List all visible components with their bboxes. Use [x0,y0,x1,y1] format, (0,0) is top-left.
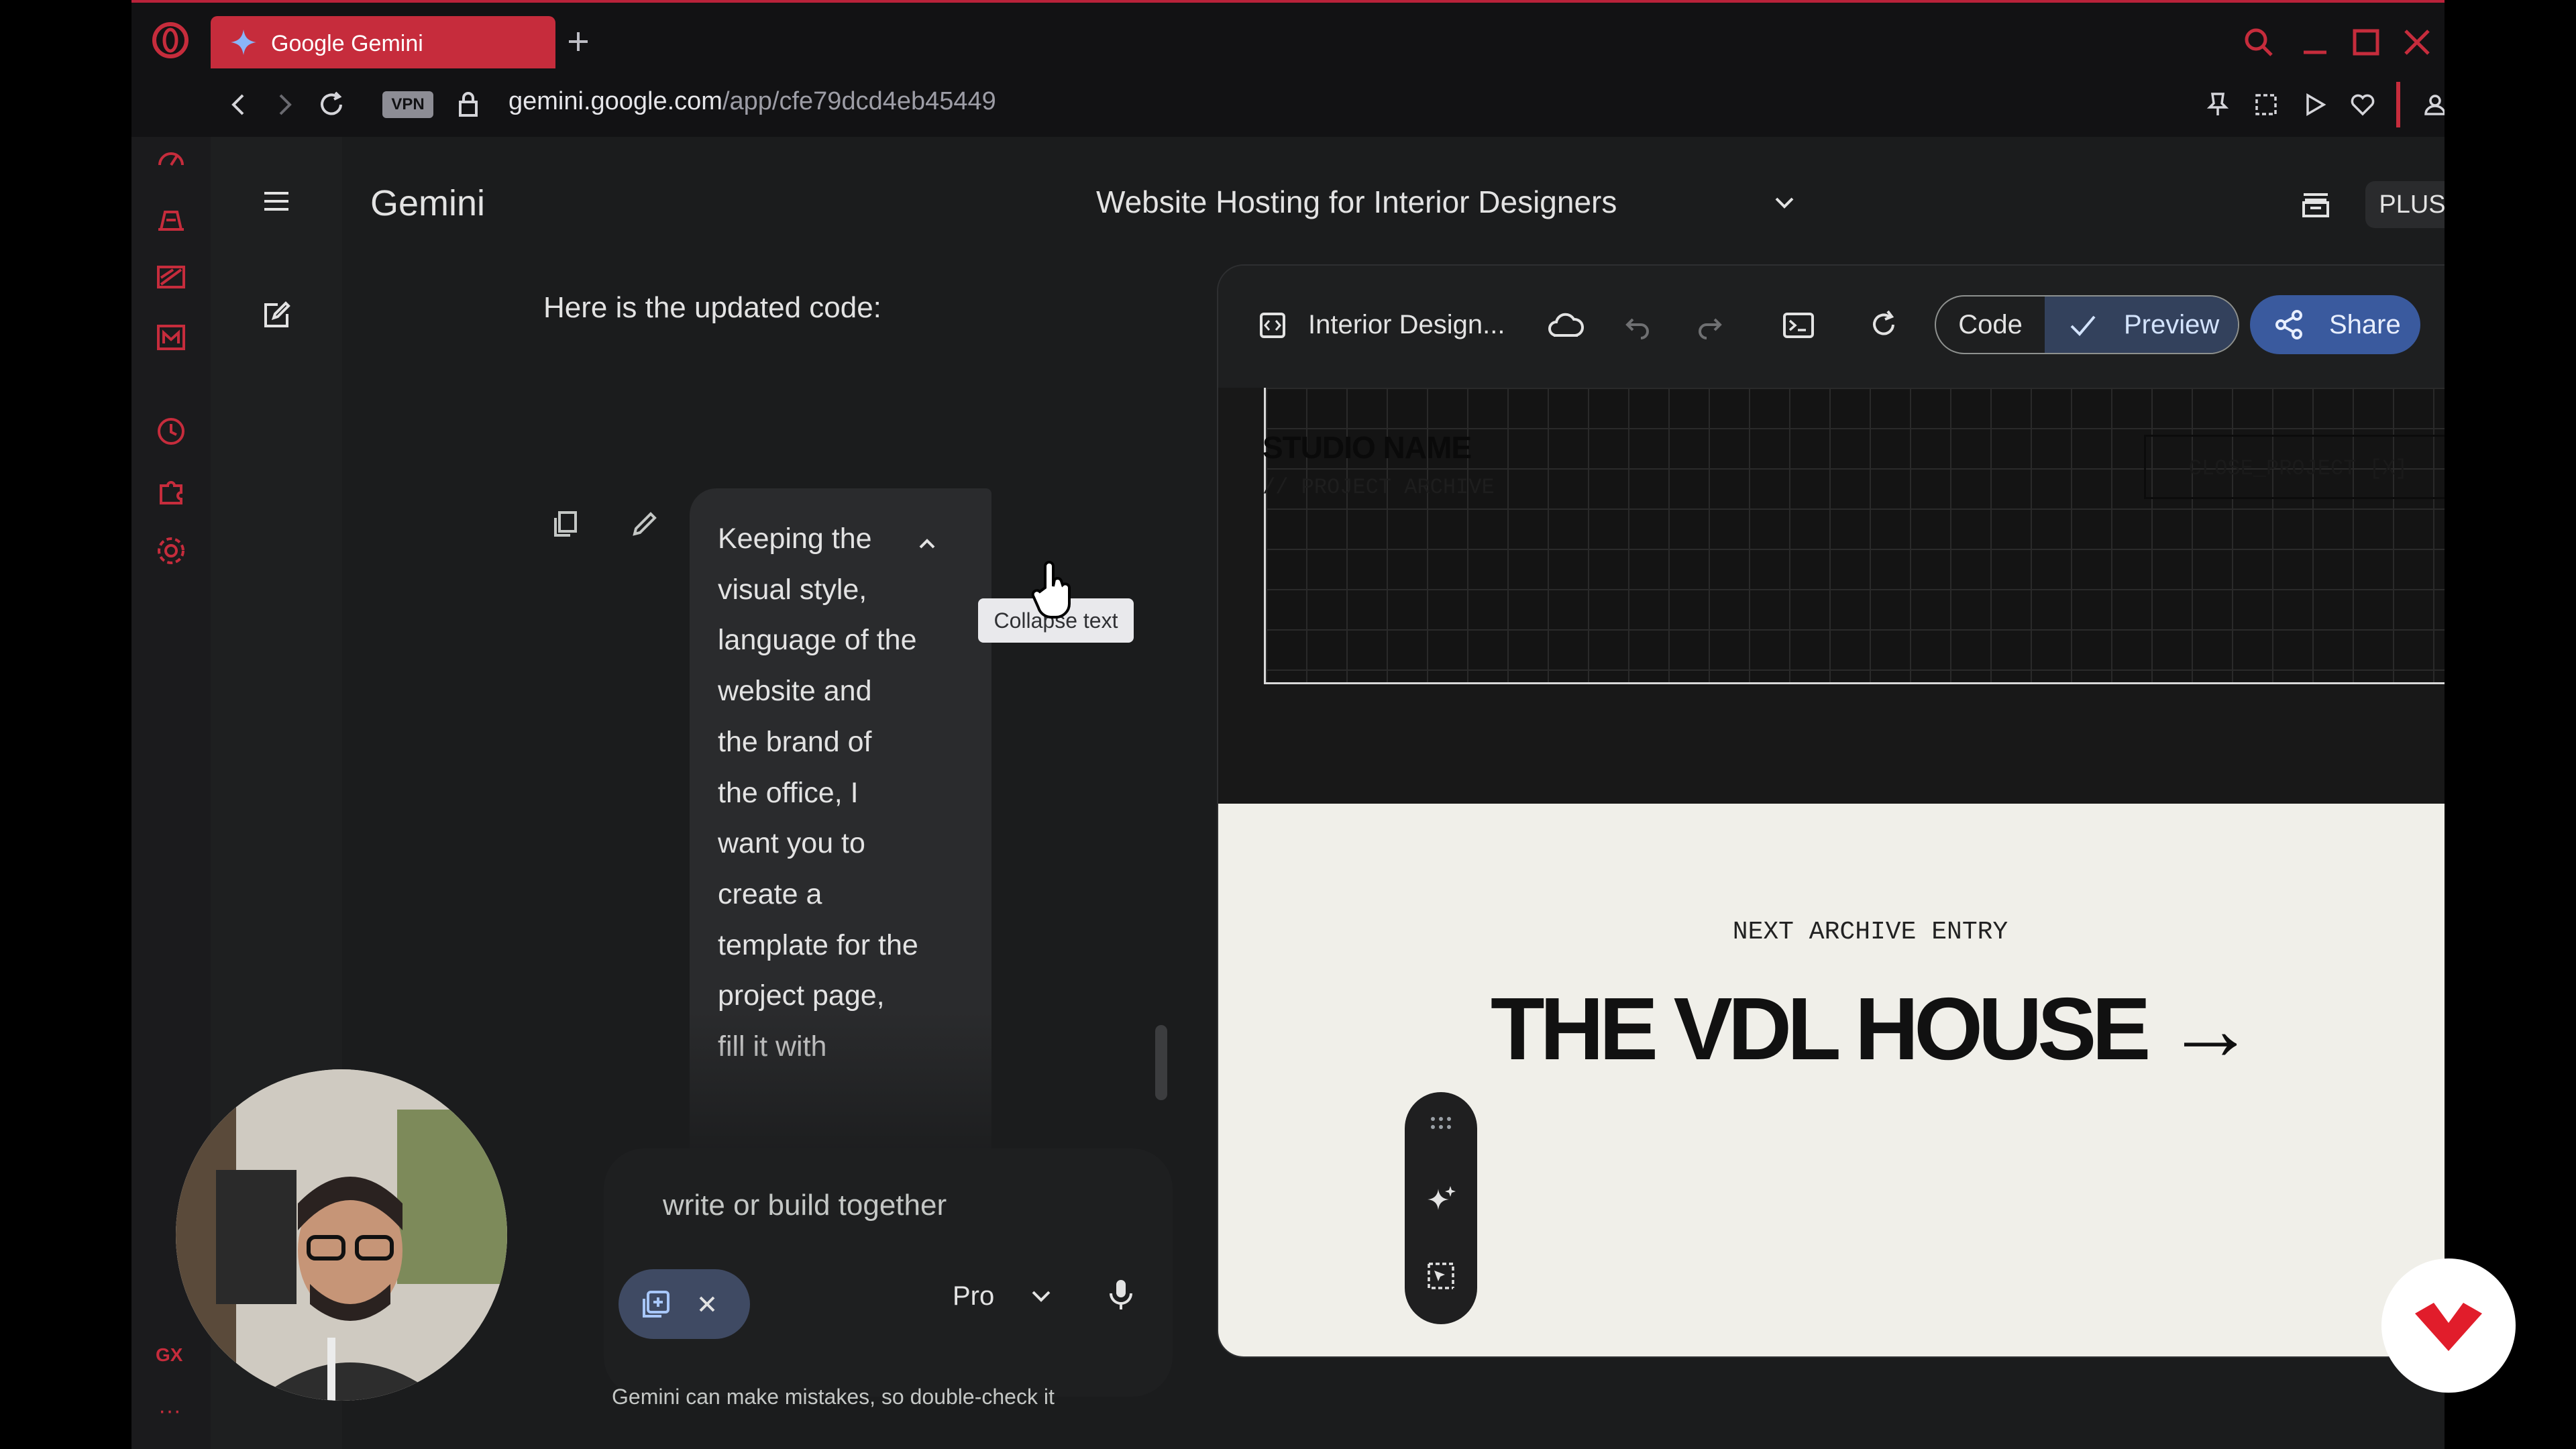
reload-icon[interactable] [317,90,346,119]
project-hero-section: STUDIO NAME // PROJECT ARCHIVE CLOSE_PRO… [1218,388,2445,804]
user-message-text: Keeping the visual style, language of th… [718,523,918,1063]
chevron-down-icon[interactable] [1770,188,1799,217]
next-entry-label: NEXT ARCHIVE ENTRY [1732,918,2008,947]
gemini-brand[interactable]: Gemini [370,182,485,224]
extensions-icon[interactable] [154,474,188,507]
archive-label: // PROJECT ARCHIVE [1263,475,1495,500]
cloud-save-icon[interactable] [1547,309,1585,342]
new-tab-icon[interactable] [565,28,592,55]
share-icon [2273,309,2305,341]
edit-icon[interactable] [628,507,661,541]
minimize-icon[interactable] [2298,25,2332,59]
gx-label[interactable]: GX [156,1344,182,1366]
microphone-icon[interactable] [1104,1276,1138,1313]
refresh-preview-icon[interactable] [1868,309,1900,341]
speed-dial-icon[interactable] [154,144,188,177]
user-message-bubble: Keeping the visual style, language of th… [690,488,991,1173]
forward-icon[interactable] [270,90,299,119]
response-text: Here is the updated code: [543,291,881,324]
website-preview: STUDIO NAME // PROJECT ARCHIVE CLOSE_PRO… [1218,388,2445,1356]
copy-icon[interactable] [549,507,582,541]
canvas-tool-chip[interactable] [619,1269,750,1339]
prompt-input[interactable]: write or build together Pro [604,1148,1173,1397]
collapse-chevron-icon[interactable] [914,530,941,557]
console-icon[interactable] [1782,310,1815,341]
studio-name[interactable]: STUDIO NAME [1263,429,1472,466]
gemini-sparkle-icon [229,28,258,56]
pin-icon[interactable] [2204,91,2231,118]
settings-icon[interactable] [154,534,188,568]
canvas-panel: Interior Design... Code Preview Share ST… [1217,264,2445,1358]
floating-tools [1405,1092,1477,1324]
document-name[interactable]: Interior Design... [1308,310,1505,340]
undo-icon[interactable] [1622,310,1653,341]
tab-strip: Google Gemini [131,0,2445,75]
brand-logo [2381,1258,2516,1393]
lock-icon[interactable] [455,90,482,119]
conversation-title[interactable]: Website Hosting for Interior Designers [1096,184,1617,220]
player-icon[interactable] [2301,91,2328,118]
address-bar: VPN gemini.google.com/app/cfe79dcd4eb454… [131,75,2445,137]
share-label: Share [2329,310,2401,339]
preview-tab[interactable]: Preview [2045,297,2238,353]
canvas-toolbar: Interior Design... Code Preview Share [1218,266,2445,386]
redo-icon[interactable] [1695,310,1725,341]
vpn-badge[interactable]: VPN [382,91,433,118]
select-element-icon[interactable] [1425,1260,1457,1292]
gmail-icon[interactable] [154,321,188,354]
toolbar-divider [2396,82,2400,127]
url-text[interactable]: gemini.google.com/app/cfe79dcd4eb45449 [508,87,996,116]
hand-cursor-icon [1030,559,1077,620]
model-chevron-icon[interactable] [1026,1281,1056,1311]
close-window-icon[interactable] [2400,25,2434,59]
model-selector[interactable]: Pro [953,1281,994,1311]
menu-icon[interactable] [260,185,292,217]
disclaimer: Gemini can make mistakes, so double-chec… [612,1385,1055,1409]
tab-google-gemini[interactable]: Google Gemini [211,16,555,68]
plan-badge[interactable]: PLUS [2365,181,2445,228]
account-icon[interactable] [2422,91,2445,118]
tab-title: Google Gemini [271,31,423,56]
canvas-icon [639,1288,672,1322]
temporary-chat-icon[interactable] [2297,185,2334,223]
twitch-icon[interactable] [154,262,188,295]
close-project-button[interactable]: CLOSE_PROJECT [X] [2144,435,2445,499]
code-preview-toggle: Code Preview [1935,295,2239,354]
code-tab[interactable]: Code [1936,297,2045,353]
gx-corner-icon[interactable] [154,203,188,236]
gemini-app: Gemini Website Hosting for Interior Desi… [211,137,2445,1449]
back-icon[interactable] [224,90,254,119]
maximize-icon[interactable] [2349,25,2383,59]
code-doc-icon [1257,310,1288,341]
prompt-placeholder[interactable]: write or build together [663,1189,947,1222]
webcam-overlay [176,1069,507,1401]
opera-logo-icon[interactable] [152,21,189,59]
preview-label: Preview [2124,310,2220,339]
ai-sparkle-icon[interactable] [1425,1183,1457,1216]
next-project-link[interactable]: THE VDL HOUSE → [1218,978,2445,1079]
remove-tool-icon[interactable] [694,1291,720,1318]
share-button[interactable]: Share [2250,295,2420,354]
more-menu[interactable]: ··· [158,1398,181,1424]
history-icon[interactable] [154,415,188,448]
check-icon [2068,310,2098,341]
search-icon[interactable] [2242,25,2275,59]
chat-scrollbar[interactable] [1155,1025,1167,1100]
heart-icon[interactable] [2349,91,2376,118]
snapshot-icon[interactable] [2253,91,2279,118]
new-chat-icon[interactable] [260,299,292,331]
drag-handle-icon[interactable] [1428,1114,1454,1132]
